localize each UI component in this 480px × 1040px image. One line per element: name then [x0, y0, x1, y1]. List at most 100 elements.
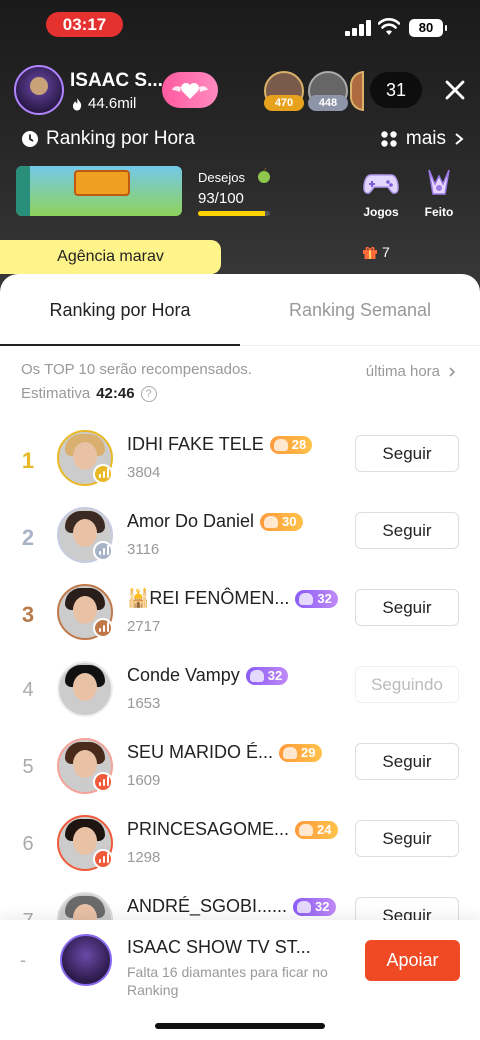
host-bar: ISAAC S... 44.6mil 470 448 31	[0, 62, 480, 118]
achievements-button[interactable]: Feito	[416, 168, 462, 219]
follow-button[interactable]: Seguir	[355, 820, 459, 857]
status-bar: 03:17 80	[0, 0, 480, 52]
level-badge: 28	[269, 435, 313, 454]
games-button[interactable]: Jogos	[358, 168, 404, 219]
following-button[interactable]: Seguindo	[355, 666, 459, 703]
ranking-row[interactable]: 3 🕌REI FENÔMEN... 32 2717 Seguir	[0, 582, 480, 659]
achievements-label: Feito	[424, 205, 454, 219]
user-name-line: PRINCESAGOME... 24	[127, 819, 338, 840]
signal-level-icon	[93, 541, 113, 561]
hourly-ranking-entry[interactable]: Ranking por Hora	[22, 128, 195, 150]
home-indicator[interactable]	[155, 1023, 325, 1029]
banner-logo	[74, 170, 130, 196]
wishes-panel[interactable]: Desejos 93/100	[190, 166, 280, 218]
user-name-line: Amor Do Daniel 30	[127, 511, 303, 532]
estimate-label: Estimativa	[21, 385, 91, 402]
agency-badge[interactable]: Agência marav	[0, 240, 221, 274]
wifi-icon	[378, 18, 400, 35]
tab-weekly-ranking[interactable]: Ranking Semanal	[240, 274, 480, 346]
follow-button[interactable]: Seguir	[355, 512, 459, 549]
wishes-title: Desejos	[198, 170, 245, 185]
battery-indicator: 80	[409, 19, 447, 37]
level-badge: 32	[293, 897, 336, 916]
my-name: ISAAC SHOW TV ST...	[127, 937, 311, 957]
chevron-right-icon	[449, 366, 456, 377]
hourly-ranking-header: Ranking por Hora mais	[0, 124, 480, 158]
my-avatar	[60, 934, 112, 986]
gift-wish-icon	[258, 168, 270, 183]
wishes-progress-bar	[198, 211, 270, 216]
help-icon[interactable]: ?	[140, 385, 157, 402]
my-ranking-bar: - ISAAC SHOW TV ST... Falta 16 diamantes…	[0, 920, 480, 1040]
ranking-tabs: Ranking por Hora Ranking Semanal	[0, 274, 480, 346]
ranking-row[interactable]: 1 IDHI FAKE TELE 28 3804 Seguir	[0, 428, 480, 505]
flame-icon	[72, 97, 82, 110]
grid-icon	[381, 131, 397, 147]
user-score: 1653	[127, 695, 161, 712]
level-badge: 32	[295, 589, 338, 608]
hourly-ranking-label: Ranking por Hora	[46, 128, 195, 149]
estimate-countdown: 42:46	[96, 385, 135, 402]
top-viewer-badge: 448	[308, 95, 348, 111]
promo-banner[interactable]	[16, 166, 182, 216]
user-name: Amor Do Daniel	[127, 511, 255, 531]
more-button[interactable]: mais	[380, 128, 464, 150]
signal-level-icon	[93, 618, 113, 638]
follow-button[interactable]: Seguir	[355, 435, 459, 472]
user-name-line: 🕌REI FENÔMEN... 32	[127, 588, 338, 609]
level-badge: 32	[245, 666, 289, 685]
support-button[interactable]: Apoiar	[365, 940, 460, 981]
user-score: 1609	[127, 772, 161, 789]
winged-heart-icon	[172, 83, 208, 99]
user-name: ANDRÉ_SGOBI......	[127, 896, 288, 916]
user-name: IDHI FAKE TELE	[127, 434, 264, 454]
host-name[interactable]: ISAAC S...	[70, 70, 163, 92]
user-score: 3116	[127, 541, 160, 558]
signal-level-icon	[93, 772, 113, 792]
tab-hourly-ranking[interactable]: Ranking por Hora	[0, 274, 240, 346]
viewer-count[interactable]: 31	[370, 72, 422, 108]
last-hour-link[interactable]: última hora	[366, 363, 456, 380]
chevron-right-icon	[455, 133, 464, 145]
signal-level-icon	[93, 464, 113, 484]
follow-heart-button[interactable]	[162, 72, 218, 108]
close-icon[interactable]	[438, 72, 472, 108]
follow-button[interactable]: Seguir	[355, 743, 459, 780]
gift-icon	[363, 246, 377, 259]
user-name-line: ANDRÉ_SGOBI...... 32	[127, 896, 336, 917]
rank-number: 2	[21, 525, 35, 550]
games-label: Jogos	[363, 205, 399, 219]
ranking-row[interactable]: 2 Amor Do Daniel 30 3116 Seguir	[0, 505, 480, 582]
trophy-icon	[428, 169, 450, 195]
estimate-row: Estimativa 42:46 ?	[21, 385, 157, 402]
user-name: Conde Vampy	[127, 665, 240, 685]
reward-info: Os TOP 10 serão recompensados.	[21, 361, 252, 378]
rank-number: 5	[22, 756, 34, 778]
user-score: 1298	[127, 849, 161, 866]
level-badge: 29	[279, 743, 322, 762]
clock-icon	[22, 131, 38, 147]
ranking-row[interactable]: 4 Conde Vampy 32 1653 Seguindo	[0, 659, 480, 736]
banner-collapse-arrow[interactable]	[16, 166, 30, 216]
gift-count-value: 7	[382, 244, 390, 260]
follow-button[interactable]: Seguir	[355, 589, 459, 626]
user-name: SEU MARIDO É...	[127, 742, 274, 762]
user-avatar[interactable]	[57, 661, 113, 717]
host-likes-count: 44.6mil	[88, 95, 137, 112]
host-avatar[interactable]	[14, 65, 64, 115]
user-score: 2717	[127, 618, 161, 635]
more-label: mais	[405, 128, 446, 149]
ranking-row[interactable]: 6 PRINCESAGOME... 24 1298 Seguir	[0, 813, 480, 890]
user-name-line: SEU MARIDO É... 29	[127, 742, 322, 763]
level-badge: 24	[295, 820, 338, 839]
user-name-line: IDHI FAKE TELE 28	[127, 434, 313, 455]
signal-icon	[345, 20, 371, 36]
ranking-row[interactable]: 5 SEU MARIDO É... 29 1609 Seguir	[0, 736, 480, 813]
signal-level-icon	[93, 849, 113, 869]
rank-number: 6	[22, 833, 34, 855]
rank-number: 1	[21, 448, 35, 473]
top-viewer-badge: 470	[264, 95, 304, 111]
top-viewer-avatar[interactable]	[350, 71, 364, 111]
last-hour-label: última hora	[365, 363, 440, 380]
user-score: 3804	[127, 464, 161, 481]
